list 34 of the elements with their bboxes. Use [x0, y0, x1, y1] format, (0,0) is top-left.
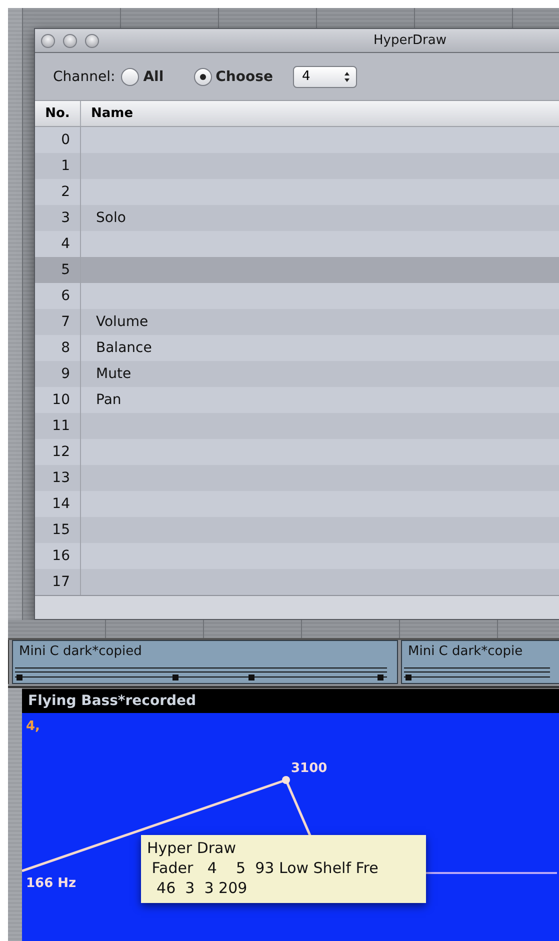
row-number: 6	[61, 287, 70, 306]
row-number: 8	[61, 339, 70, 358]
row-number: 4	[61, 235, 70, 254]
row-number: 10	[52, 391, 70, 410]
window-title: HyperDraw	[373, 33, 447, 48]
row-name: Balance	[96, 339, 152, 358]
row-number: 16	[52, 547, 70, 566]
row-number: 9	[61, 365, 70, 384]
row-number: 15	[52, 521, 70, 540]
row-name: Pan	[96, 391, 122, 410]
row-number: 7	[61, 313, 70, 332]
region-title: Flying Bass*recorded	[28, 693, 196, 709]
tooltip-line: Fader 4 5 93 Low Shelf Fre	[150, 858, 380, 878]
row-number: 11	[52, 417, 70, 436]
tooltip-line: 46 3 3 209	[156, 878, 248, 898]
row-number: 17	[52, 573, 70, 592]
row-number: 1	[61, 157, 70, 176]
row-number: 12	[52, 443, 70, 462]
row-number: 0	[61, 131, 70, 150]
region-name: Mini C dark*copie	[408, 644, 523, 659]
row-number: 14	[52, 495, 70, 514]
row-number: 2	[61, 183, 70, 202]
channel-number: 4,	[26, 719, 40, 734]
region-name: Mini C dark*copied	[19, 644, 142, 659]
row-number: 5	[61, 261, 70, 280]
row-number: 13	[52, 469, 70, 488]
node-value: 3100	[291, 761, 328, 776]
row-name: Volume	[96, 313, 148, 332]
channel-label: Channel:	[53, 68, 116, 84]
row-name: Solo	[96, 209, 126, 228]
node-value: 166 Hz	[26, 876, 76, 891]
tooltip-title: Hyper Draw	[147, 838, 238, 858]
row-number: 3	[61, 209, 70, 228]
row-name: Mute	[96, 365, 132, 384]
